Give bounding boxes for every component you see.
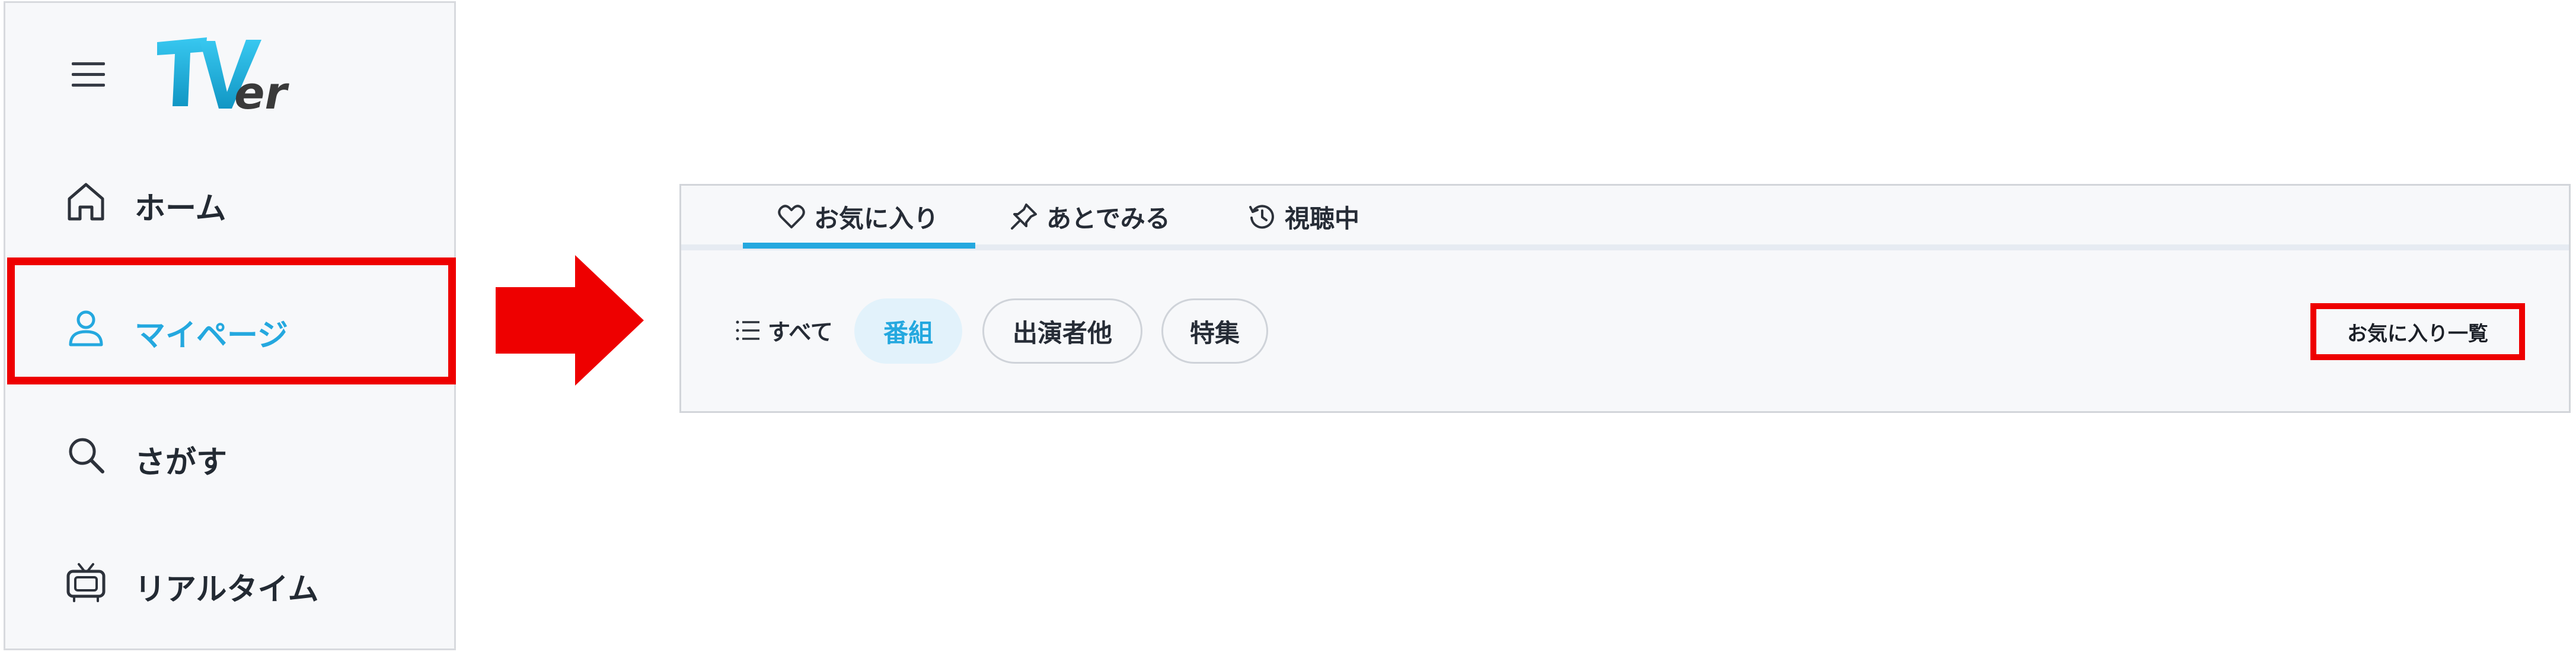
hamburger-menu-icon[interactable] — [67, 59, 107, 92]
history-icon — [1249, 205, 1274, 229]
pin-icon — [1011, 204, 1037, 230]
home-icon — [68, 183, 104, 221]
filter-all-label: すべて — [768, 319, 833, 345]
mypage-panel: お気に入り あとでみる 視聴中 すべて 番組 出演者他 特集 お気に入り一覧 — [679, 184, 2571, 413]
chip-programs[interactable]: 番組 — [854, 298, 962, 364]
sidebar-item-search[interactable]: さがす — [5, 412, 454, 489]
heart-icon — [778, 205, 805, 228]
tab-favorites[interactable]: お気に入り — [776, 199, 939, 234]
favorites-list-link[interactable]: お気に入り一覧 — [2310, 303, 2525, 360]
highlight-box-mypage — [7, 257, 456, 384]
tab-watching[interactable]: 視聴中 — [1247, 199, 1359, 234]
search-icon — [69, 438, 104, 473]
right-arrow-icon — [496, 255, 644, 386]
active-tab-indicator — [743, 243, 975, 249]
filter-row: すべて 番組 出演者他 特集 お気に入り一覧 — [681, 298, 2569, 364]
sidebar-item-label: リアルタイム — [135, 572, 319, 608]
tab-watch-later[interactable]: あとでみる — [1008, 199, 1170, 234]
sidebar-item-label: さがす — [135, 445, 228, 481]
svg-text:er: er — [234, 66, 290, 118]
tver-logo[interactable]: er — [156, 35, 298, 118]
tab-label: あとでみる — [1046, 204, 1170, 233]
tab-label: 視聴中 — [1285, 204, 1360, 233]
chip-features[interactable]: 特集 — [1161, 298, 1268, 364]
sidebar-item-realtime[interactable]: リアルタイム — [5, 539, 454, 616]
filter-all[interactable]: すべて — [733, 314, 833, 346]
chip-performers[interactable]: 出演者他 — [982, 298, 1142, 364]
tab-label: お気に入り — [814, 204, 939, 233]
sidebar-item-home[interactable]: ホーム — [5, 158, 454, 236]
list-icon — [736, 320, 759, 340]
sidebar-item-label: ホーム — [135, 191, 226, 227]
tv-icon — [66, 563, 106, 602]
tab-bar: お気に入り あとでみる 視聴中 — [681, 186, 2569, 250]
